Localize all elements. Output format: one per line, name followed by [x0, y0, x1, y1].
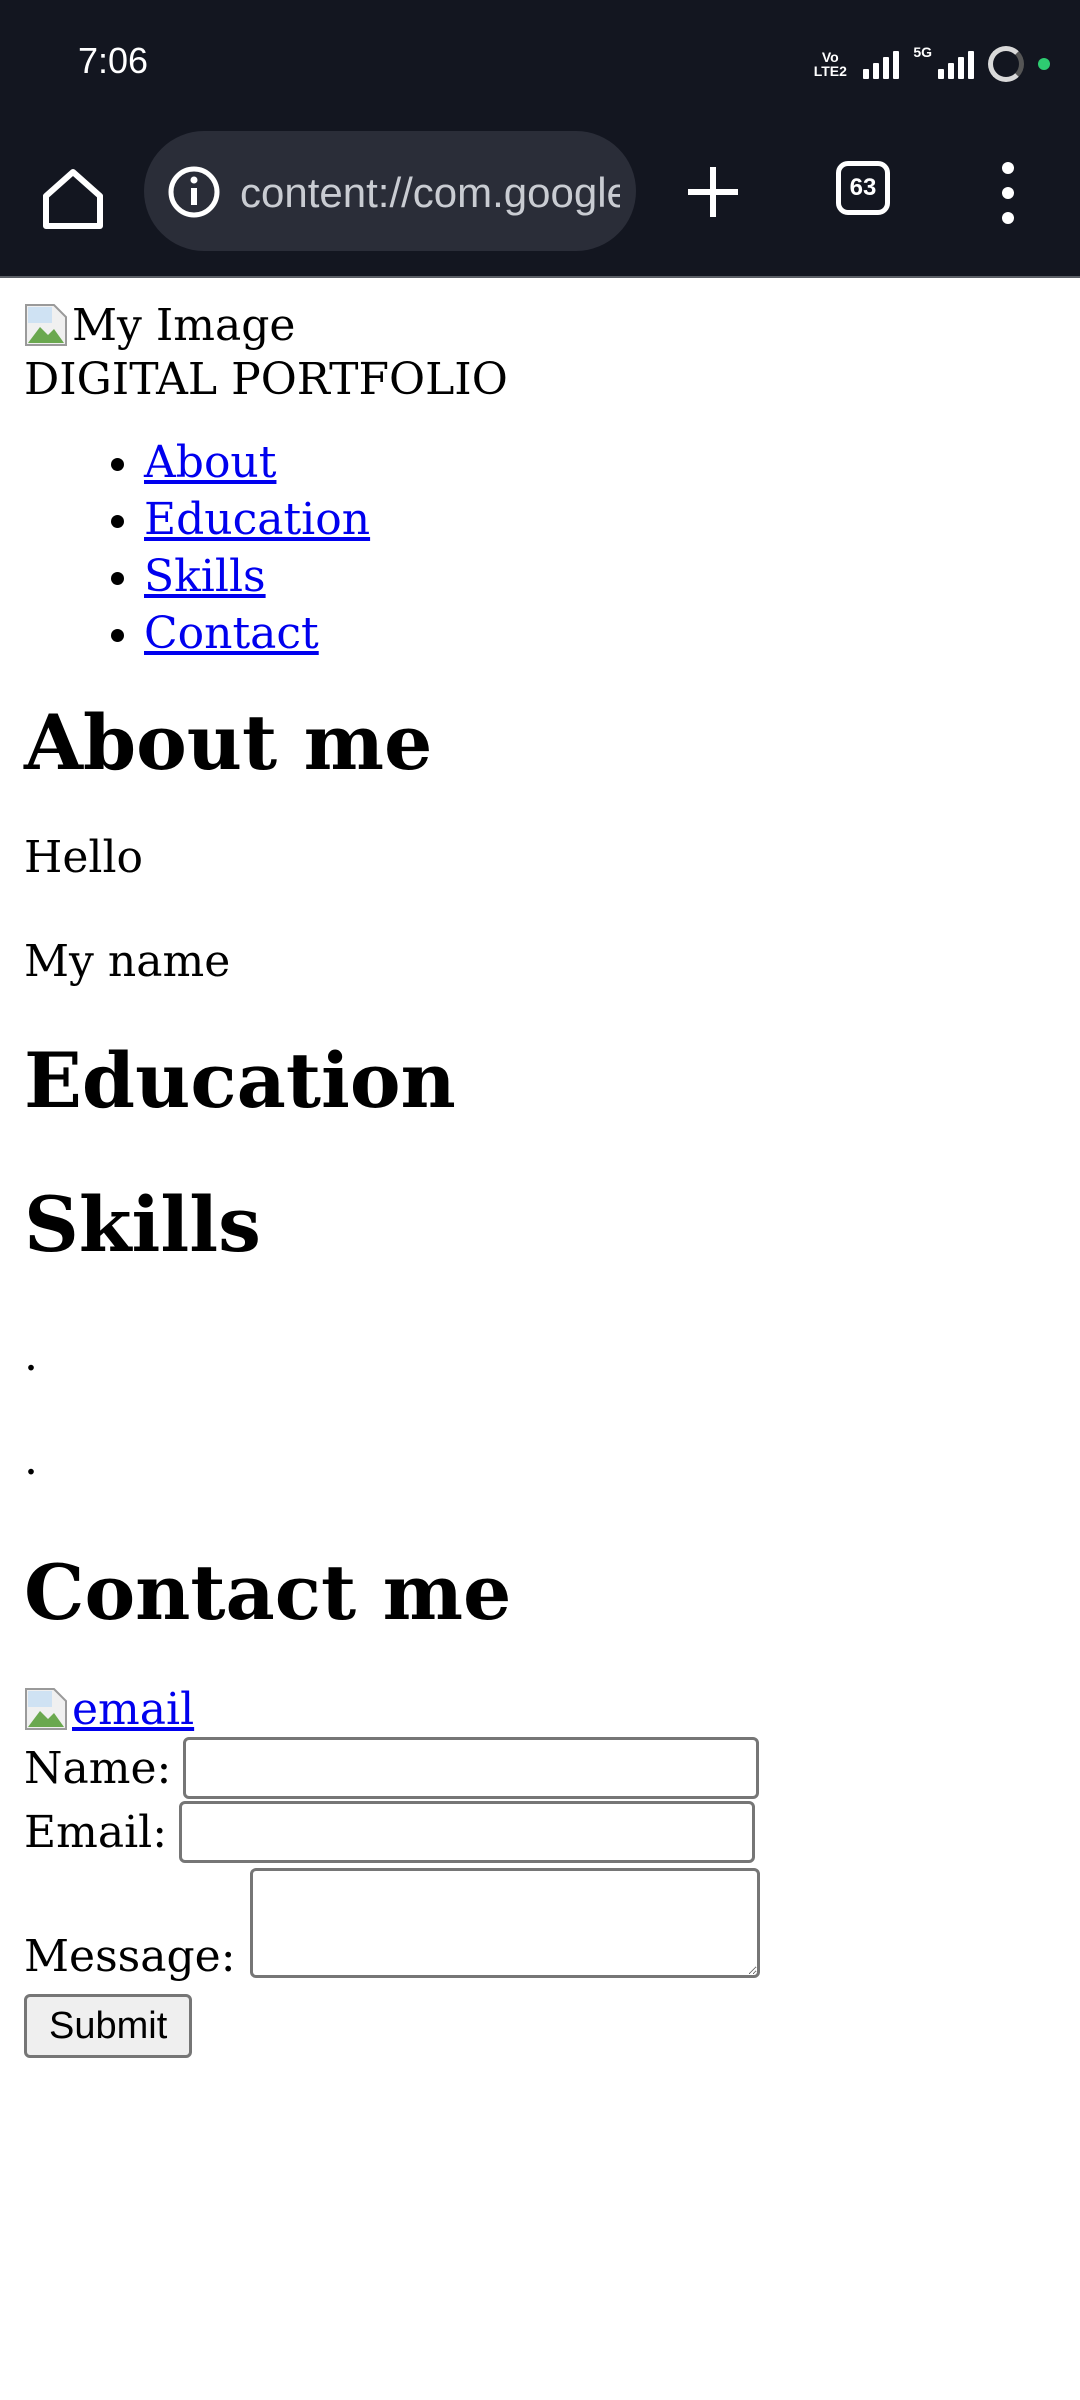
signal-icon: [863, 49, 900, 79]
skills-paragraph-1: .: [24, 1330, 38, 1381]
email-row: Email:: [24, 1800, 1054, 1864]
contact-heading: Contact me: [24, 1548, 512, 1637]
contact-form: Name: Email: Message: Submit: [24, 1736, 1054, 2058]
nav-link-education[interactable]: Education: [144, 494, 370, 545]
about-paragraph-2: My name: [24, 936, 231, 987]
nav-link-about[interactable]: About: [144, 437, 276, 488]
broken-image-icon: [25, 304, 67, 346]
name-field[interactable]: [183, 1737, 760, 1799]
nav-item-education: Education: [144, 491, 1054, 548]
volte-icon: Vo LTE2: [813, 49, 847, 79]
privacy-dot-icon: [1038, 58, 1050, 70]
skills-heading: Skills: [24, 1180, 261, 1269]
nav-list: About Education Skills Contact: [24, 434, 1054, 662]
email-field[interactable]: [179, 1801, 756, 1863]
message-row: Message:: [24, 1864, 1054, 1990]
email-link-row: email: [24, 1682, 1054, 1736]
nav-item-skills: Skills: [144, 548, 1054, 605]
submit-button[interactable]: Submit: [24, 1994, 193, 2058]
sync-ring-icon: [988, 46, 1024, 82]
browser-toolbar: content://com.google.android.apps.nbu.fi…: [0, 126, 1080, 278]
home-icon[interactable]: [36, 162, 110, 236]
site-title: DIGITAL PORTFOLIO: [24, 354, 508, 405]
url-text[interactable]: content://com.google.android.apps.nbu.fi…: [240, 169, 620, 219]
page-content: My Image DIGITAL PORTFOLIO About Educati…: [24, 298, 1054, 2058]
signal-5g-icon: [938, 49, 974, 79]
message-label: Message:: [24, 1931, 236, 1982]
url-bar[interactable]: content://com.google.android.apps.nbu.fi…: [144, 131, 636, 251]
new-tab-icon[interactable]: [680, 159, 746, 225]
nav-link-skills[interactable]: Skills: [144, 551, 266, 602]
nav-link-contact[interactable]: Contact: [144, 608, 319, 659]
status-icons: Vo LTE2 5G: [811, 44, 1050, 84]
nav-item-contact: Contact: [144, 605, 1054, 662]
overflow-menu-icon[interactable]: [990, 158, 1026, 228]
status-bar: 7:06 Vo LTE2 5G: [0, 0, 1080, 126]
email-broken-image-icon: [25, 1688, 67, 1730]
header-image-alt: My Image: [72, 299, 296, 351]
about-paragraph-1: Hello: [24, 832, 144, 883]
site-info-icon[interactable]: [166, 164, 222, 220]
name-row: Name:: [24, 1736, 1054, 1800]
skills-paragraph-2: .: [24, 1434, 38, 1485]
about-heading: About me: [24, 698, 433, 787]
education-heading: Education: [24, 1036, 456, 1125]
email-link[interactable]: email: [72, 1684, 194, 1735]
email-label: Email:: [24, 1806, 168, 1858]
status-time: 7:06: [78, 40, 149, 81]
message-field[interactable]: [249, 1868, 760, 1978]
nav-item-about: About: [144, 434, 1054, 491]
network-type-label: 5G: [913, 44, 932, 60]
name-label: Name:: [24, 1742, 172, 1794]
tab-switcher-icon[interactable]: 63: [836, 161, 890, 215]
header-image: My Image: [24, 298, 1054, 352]
